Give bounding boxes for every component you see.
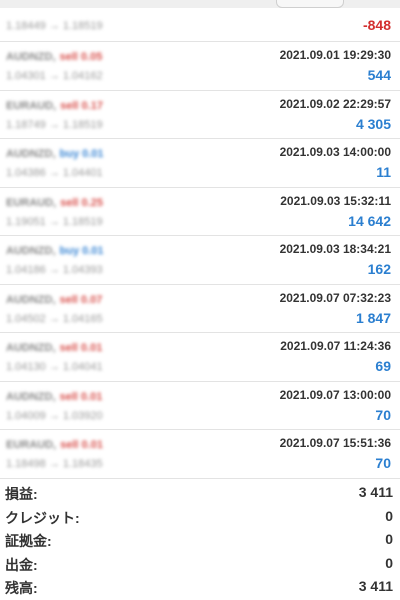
trade-datetime: 2021.09.02 22:29:57 [279, 96, 391, 111]
trade-row[interactable]: AUDNZD, sell 0.01 1.04009 → 1.03920 2021.… [0, 382, 400, 430]
account-summary: 損益: 3 411 クレジット: 0 証拠金: 0 出金: 0 残高: 3 41… [0, 481, 400, 599]
trade-side: buy 0.01 [59, 245, 104, 257]
symbol-text: AUDNZD, [6, 245, 56, 257]
trade-prices: 1.04502 → 1.04165 [6, 312, 103, 325]
summary-label: 損益: [5, 486, 38, 502]
trade-side: sell 0.01 [59, 390, 103, 403]
trade-row[interactable]: 1.18449 → 1.18519 -848 [0, 8, 400, 42]
trade-profit: 544 [367, 67, 391, 83]
trade-row[interactable]: EURAUD, sell 0.25 1.19051 → 1.18519 2021.… [0, 188, 400, 236]
trade-profit: -848 [362, 17, 391, 33]
trade-prices: 1.18449 → 1.18519 [6, 20, 103, 32]
symbol-text: EURAUD, [6, 439, 57, 451]
trade-symbol: AUDNZD, buy 0.01 [6, 148, 104, 160]
trade-datetime: 2021.09.03 15:32:11 [280, 193, 391, 208]
symbol-text: AUDNZD, [6, 51, 56, 63]
trade-symbol: EURAUD, sell 0.01 [6, 439, 103, 451]
summary-row-profit: 損益: 3 411 [0, 481, 400, 505]
trade-profit: 1 847 [355, 309, 391, 326]
trade-profit: 70 [375, 406, 391, 423]
summary-row-balance: 残高: 3 411 [0, 575, 400, 599]
symbol-text: EURAUD, [6, 99, 57, 112]
trade-profit: 162 [367, 261, 391, 277]
top-bar [0, 0, 400, 8]
trade-row[interactable]: AUDNZD, sell 0.07 1.04502 → 1.04165 2021.… [0, 285, 400, 333]
trade-history-screen: 1.18449 → 1.18519 -848 AUDNZD, sell 0.05 … [0, 0, 400, 600]
trade-profit: 70 [375, 455, 391, 471]
summary-value: 0 [385, 507, 393, 524]
trade-row[interactable]: AUDNZD, sell 0.05 1.04301 → 1.04162 2021.… [0, 42, 400, 91]
summary-value: 0 [385, 554, 393, 571]
summary-label: 出金: [5, 556, 38, 573]
trade-side: sell 0.05 [59, 51, 103, 63]
trade-prices: 1.04130 → 1.04041 [6, 361, 103, 373]
symbol-text: AUDNZD, [6, 293, 56, 306]
summary-row-deposit: 証拠金: 0 [0, 528, 400, 552]
trade-side: sell 0.07 [59, 293, 103, 306]
trade-side: sell 0.25 [60, 196, 103, 209]
symbol-text: AUDNZD, [6, 342, 56, 354]
trade-prices: 1.04301 → 1.04162 [6, 70, 103, 82]
trade-prices: 1.18498 → 1.18435 [6, 458, 103, 470]
trade-list: 1.18449 → 1.18519 -848 AUDNZD, sell 0.05 … [0, 8, 400, 479]
trade-side: sell 0.01 [60, 439, 103, 451]
trade-profit: 4 305 [355, 115, 391, 132]
trade-symbol: AUDNZD, sell 0.05 [6, 51, 102, 63]
trade-datetime: 2021.09.07 07:32:23 [279, 290, 391, 305]
trade-row[interactable]: AUDNZD, sell 0.01 1.04130 → 1.04041 2021.… [0, 333, 400, 382]
trade-symbol: AUDNZD, buy 0.01 [6, 245, 104, 257]
trade-row[interactable]: AUDNZD, buy 0.01 1.04186 → 1.04393 2021.0… [0, 236, 400, 285]
trade-row[interactable]: EURAUD, sell 0.01 1.18498 → 1.18435 2021.… [0, 430, 400, 479]
trade-prices: 1.19051 → 1.18519 [6, 215, 103, 228]
trade-symbol: EURAUD, sell 0.25 [6, 197, 103, 209]
trade-side: sell 0.01 [59, 342, 103, 354]
trade-symbol: AUDNZD, sell 0.07 [6, 294, 102, 306]
trade-prices: 1.04186 → 1.04393 [6, 264, 103, 276]
trade-prices: 1.18749 → 1.18519 [6, 118, 103, 131]
trade-side: sell 0.17 [60, 99, 103, 112]
trade-datetime: 2021.09.03 18:34:21 [279, 242, 391, 256]
trade-datetime: 2021.09.07 15:51:36 [279, 436, 391, 450]
summary-label: 証拠金: [5, 533, 52, 549]
symbol-text: EURAUD, [6, 196, 57, 209]
trade-symbol: EURAUD, sell 0.17 [6, 100, 103, 112]
trade-datetime: 2021.09.07 11:24:36 [280, 339, 391, 353]
trade-datetime: 2021.09.07 13:00:00 [279, 387, 391, 402]
trade-symbol: AUDNZD, sell 0.01 [6, 342, 102, 354]
trade-profit: 11 [376, 164, 391, 180]
summary-label: 残高: [5, 580, 38, 596]
trade-row[interactable]: EURAUD, sell 0.17 1.18749 → 1.18519 2021.… [0, 91, 400, 139]
trade-prices: 1.04009 → 1.03920 [6, 409, 103, 422]
trade-profit: 69 [375, 358, 391, 374]
trade-symbol: AUDNZD, sell 0.01 [6, 391, 102, 403]
top-tab-button[interactable] [276, 0, 344, 8]
summary-row-withdrawal: 出金: 0 [0, 552, 400, 576]
trade-profit: 14 642 [348, 212, 391, 229]
symbol-text: AUDNZD, [6, 148, 56, 160]
trade-datetime: 2021.09.01 19:29:30 [279, 48, 391, 62]
summary-value: 3 411 [358, 484, 393, 500]
trade-row[interactable]: AUDNZD, buy 0.01 1.04386 → 1.04401 2021.0… [0, 139, 400, 188]
trade-datetime: 2021.09.03 14:00:00 [279, 145, 391, 159]
summary-value: 0 [385, 531, 393, 547]
trade-prices: 1.04386 → 1.04401 [6, 167, 103, 179]
symbol-text: AUDNZD, [6, 390, 56, 403]
trade-side: buy 0.01 [59, 148, 104, 160]
summary-label: クレジット: [5, 509, 80, 526]
summary-value: 3 411 [358, 578, 393, 594]
summary-row-credit: クレジット: 0 [0, 505, 400, 529]
